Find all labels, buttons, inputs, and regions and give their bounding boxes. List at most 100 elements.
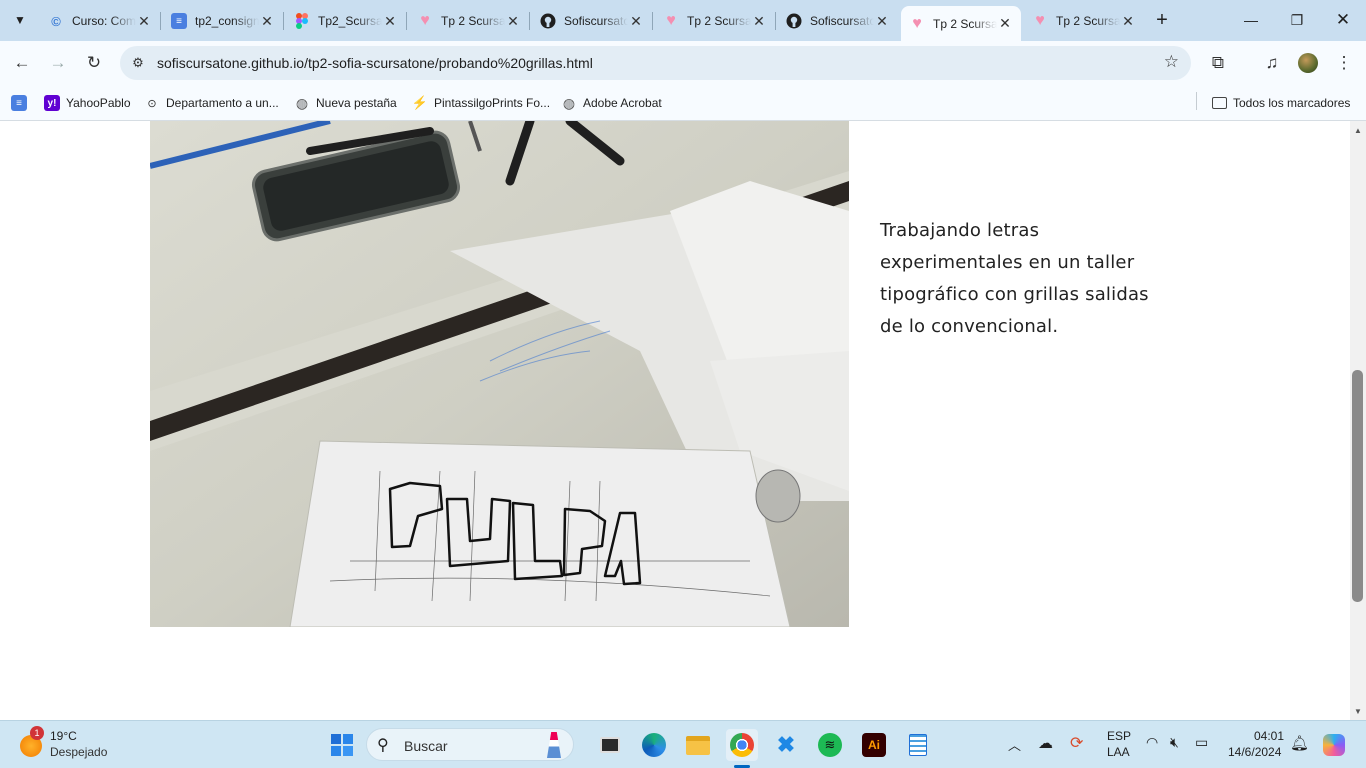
close-icon[interactable]: ✕ bbox=[628, 13, 644, 30]
weather-badge: 1 bbox=[30, 726, 44, 740]
task-view-button[interactable] bbox=[594, 729, 626, 761]
tab-title: Curso: Comunicación Visual bbox=[72, 14, 136, 28]
close-icon[interactable]: ✕ bbox=[997, 15, 1013, 32]
close-icon[interactable]: ✕ bbox=[1120, 13, 1136, 30]
menu-button[interactable]: ⋮ bbox=[1330, 49, 1358, 77]
bookmark-departamento[interactable]: ⊙ Departamento a un... bbox=[144, 93, 279, 113]
keyboard-layout[interactable]: LAA bbox=[1107, 745, 1130, 759]
clock-date[interactable]: 14/6/2024 bbox=[1228, 745, 1281, 759]
all-bookmarks-button[interactable]: Todos los marcadores bbox=[1212, 93, 1350, 113]
weather-widget[interactable]: 1 bbox=[18, 726, 46, 757]
file-explorer-app[interactable] bbox=[682, 729, 714, 761]
close-icon[interactable]: ✕ bbox=[259, 13, 275, 30]
lighthouse-icon bbox=[547, 732, 561, 758]
tab-divider bbox=[529, 12, 530, 30]
start-button[interactable] bbox=[326, 729, 358, 761]
browser-toolbar: ← → ↻ ⚙ sofiscursatone.github.io/tp2-sof… bbox=[0, 41, 1366, 85]
site-info-icon[interactable]: ⚙ bbox=[128, 53, 148, 73]
close-icon[interactable]: ✕ bbox=[382, 13, 398, 30]
close-icon[interactable]: ✕ bbox=[505, 13, 521, 30]
tab-divider bbox=[652, 12, 653, 30]
bookmark-pintassilgo[interactable]: ⚡ PintassilgoPrints Fo... bbox=[412, 93, 550, 113]
weather-desc: Despejado bbox=[50, 745, 108, 759]
tab-strip: ▼ © Curso: Comunicación Visual ✕ ≡ tp2_c… bbox=[0, 0, 1366, 41]
scrollbar-thumb[interactable] bbox=[1352, 370, 1363, 602]
bookmark-yahoopablo[interactable]: y! YahooPablo bbox=[44, 93, 131, 113]
heart-icon: ♥ bbox=[1035, 12, 1045, 29]
language-indicator[interactable]: ESP bbox=[1107, 729, 1131, 743]
chrome-app[interactable] bbox=[726, 729, 758, 761]
tab-divider bbox=[775, 12, 776, 30]
forward-button[interactable]: → bbox=[44, 49, 72, 77]
wifi-icon[interactable]: ◠ bbox=[1146, 734, 1158, 751]
search-placeholder: Buscar bbox=[404, 738, 448, 754]
media-control-button[interactable]: ♫ bbox=[1258, 49, 1286, 77]
onedrive-icon[interactable]: ☁ bbox=[1038, 734, 1053, 752]
reload-button[interactable]: ↻ bbox=[80, 49, 108, 77]
sync-icon[interactable]: ⟳ bbox=[1070, 733, 1083, 753]
show-hidden-icons[interactable]: ︿ bbox=[1008, 735, 1021, 754]
tab-divider bbox=[160, 12, 161, 30]
vscode-app[interactable]: ✖ bbox=[770, 729, 802, 761]
bookmark-adobe-acrobat[interactable]: ◍ Adobe Acrobat bbox=[561, 93, 662, 113]
page-viewport: Trabajando letras experimentales en un t… bbox=[0, 121, 1350, 720]
heart-icon: ♥ bbox=[420, 12, 430, 29]
edge-app[interactable] bbox=[638, 729, 670, 761]
minimize-button[interactable]: — bbox=[1228, 0, 1274, 40]
google-docs-icon: ≡ bbox=[171, 13, 187, 29]
bookmark-nueva-pestana[interactable]: ◍ Nueva pestaña bbox=[294, 93, 397, 113]
address-bar[interactable]: ⚙ sofiscursatone.github.io/tp2-sofia-scu… bbox=[120, 46, 1191, 80]
tab-tp2-scursatone-4[interactable]: ♥ Tp 2 Scursatone ✕ bbox=[1024, 6, 1144, 36]
avatar bbox=[1298, 53, 1318, 73]
chevron-down-icon: ▼ bbox=[14, 13, 26, 27]
new-tab-button[interactable]: + bbox=[1150, 8, 1174, 32]
weather-temp: 19°C bbox=[50, 729, 77, 743]
more-vertical-icon: ⋮ bbox=[1335, 53, 1353, 72]
reload-icon: ↻ bbox=[86, 53, 102, 72]
close-icon[interactable]: ✕ bbox=[874, 13, 890, 30]
tab-title: Tp2_Scursatone bbox=[318, 14, 382, 28]
bookmarks-bar: ≡ y! YahooPablo ⊙ Departamento a un... ◍… bbox=[0, 85, 1366, 121]
close-icon[interactable]: ✕ bbox=[751, 13, 767, 30]
puzzle-icon: ⧉ bbox=[1211, 53, 1225, 72]
folder-icon bbox=[686, 735, 710, 755]
clock-time[interactable]: 04:01 bbox=[1254, 729, 1284, 743]
tab-figma[interactable]: Tp2_Scursatone ✕ bbox=[286, 6, 406, 36]
restore-icon: ❐ bbox=[1290, 11, 1304, 28]
search-box[interactable]: ⚲ Buscar bbox=[366, 728, 574, 761]
notepad-icon bbox=[909, 734, 927, 756]
illustrator-app[interactable]: Ai bbox=[858, 729, 890, 761]
notepad-app[interactable] bbox=[902, 729, 934, 761]
tab-github-2[interactable]: Sofiscursatone ✕ bbox=[778, 6, 898, 36]
notification-bell-icon[interactable]: 🔔︎ bbox=[1290, 734, 1309, 752]
bookmarks-divider bbox=[1196, 92, 1197, 110]
profile-button[interactable] bbox=[1294, 49, 1322, 77]
spotify-app[interactable]: ≋ bbox=[814, 729, 846, 761]
scroll-up-arrow[interactable]: ▲ bbox=[1351, 123, 1365, 137]
extensions-button[interactable]: ⧉ bbox=[1204, 49, 1232, 77]
copilot-button[interactable] bbox=[1318, 729, 1350, 761]
tab-search-button[interactable]: ▼ bbox=[8, 8, 32, 32]
close-window-button[interactable]: ✕ bbox=[1320, 0, 1366, 40]
airbnb-icon: ⊙ bbox=[147, 97, 157, 110]
url-text[interactable]: sofiscursatone.github.io/tp2-sofia-scurs… bbox=[157, 55, 593, 71]
tab-tp2-scursatone-2[interactable]: ♥ Tp 2 Scursatone ✕ bbox=[655, 6, 775, 36]
close-icon[interactable]: ✕ bbox=[136, 13, 152, 30]
bookmark-label: Departamento a un... bbox=[166, 96, 279, 110]
tab-title: Sofiscursatone bbox=[810, 14, 874, 28]
tab-curso[interactable]: © Curso: Comunicación Visual ✕ bbox=[40, 6, 160, 36]
battery-icon[interactable]: ▭ bbox=[1195, 734, 1208, 751]
back-button[interactable]: ← bbox=[8, 49, 36, 77]
tab-tp2-scursatone-active[interactable]: ♥ Tp 2 Scursatone ✕ bbox=[901, 6, 1021, 41]
bookmark-star-icon[interactable]: ☆ bbox=[1164, 52, 1179, 72]
tab-tp2-scursatone-1[interactable]: ♥ Tp 2 Scursatone ✕ bbox=[409, 6, 529, 36]
bookmark-docs[interactable]: ≡ bbox=[11, 93, 33, 113]
arrow-right-icon: → bbox=[49, 53, 67, 72]
scroll-down-arrow[interactable]: ▼ bbox=[1351, 704, 1365, 718]
tab-tp2-consigna[interactable]: ≡ tp2_consigna ✕ bbox=[163, 6, 283, 36]
tab-title: Sofiscursatone bbox=[564, 14, 628, 28]
tab-github-1[interactable]: Sofiscursatone ✕ bbox=[532, 6, 652, 36]
tab-title: Tp 2 Scursatone bbox=[933, 16, 997, 31]
volume-muted-icon[interactable]: 🔇︎ bbox=[1170, 734, 1179, 751]
restore-button[interactable]: ❐ bbox=[1274, 0, 1320, 40]
